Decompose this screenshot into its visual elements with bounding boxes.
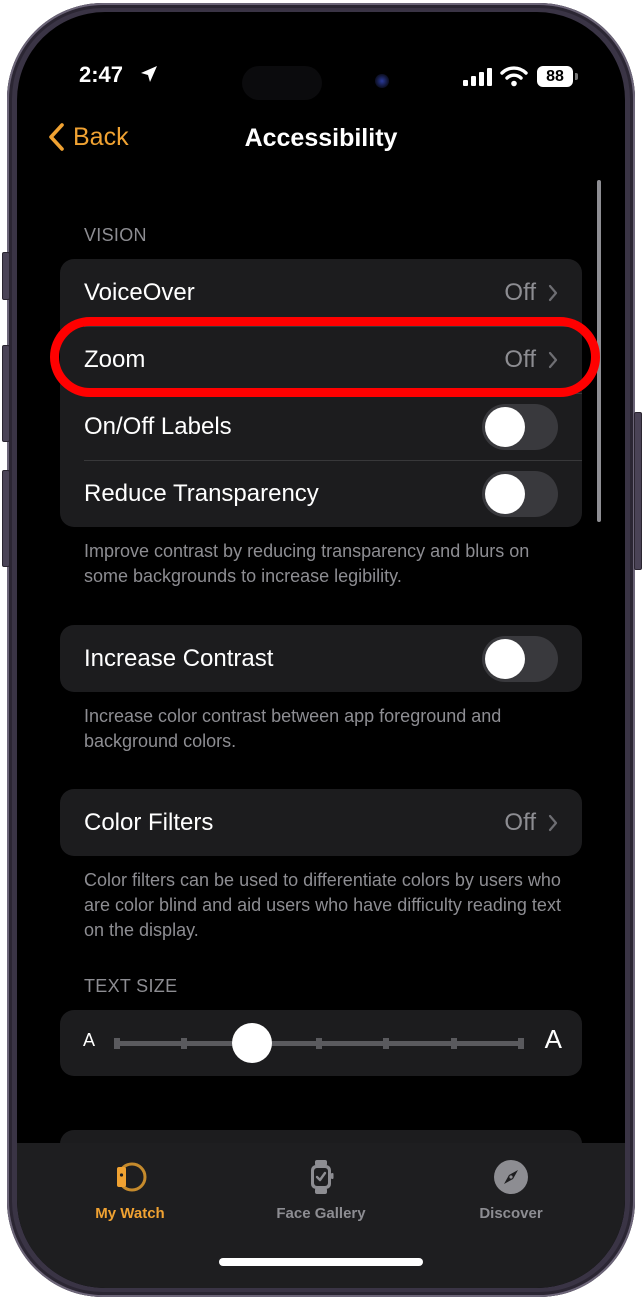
tab-my-watch[interactable]: My Watch: [55, 1157, 205, 1222]
tab-face-gallery[interactable]: Face Gallery: [246, 1157, 396, 1222]
row-voiceover[interactable]: VoiceOver Off: [60, 259, 582, 326]
increase-contrast-toggle[interactable]: [482, 635, 558, 682]
row-label: VoiceOver: [84, 278, 195, 306]
chevron-right-icon: [548, 284, 558, 301]
battery-indicator: 88: [537, 66, 573, 87]
section-header-vision: VISION: [84, 225, 147, 245]
wifi-icon: [500, 66, 528, 87]
front-camera: [375, 74, 389, 88]
volume-down-button: [2, 470, 10, 567]
row-onoff-labels: On/Off Labels: [60, 393, 582, 460]
reduce-transparency-footer: Improve contrast by reducing transparenc…: [84, 541, 530, 586]
slider-tick: [518, 1038, 524, 1049]
text-size-slider[interactable]: [114, 1023, 524, 1063]
watch-band-icon: [117, 1162, 147, 1192]
row-label: Color Filters: [84, 808, 214, 836]
screen: 2:47 88 Accessibility Back VISION VoiceO…: [17, 12, 625, 1288]
slider-tick: [181, 1038, 188, 1049]
power-button: [634, 412, 642, 570]
row-label: Increase Contrast: [84, 644, 274, 672]
row-value: Off: [504, 345, 536, 373]
cellular-signal-icon: [463, 68, 492, 86]
section-header-text-size: TEXT SIZE: [84, 976, 178, 996]
volume-up-button: [2, 345, 10, 442]
text-size-card: A A: [60, 1010, 582, 1076]
chevron-right-icon: [548, 351, 558, 368]
battery-tip: [575, 73, 578, 80]
row-label: Reduce Transparency: [84, 479, 319, 507]
row-label: Zoom: [84, 345, 146, 373]
row-value: Off: [504, 808, 536, 836]
text-size-large-glyph: A: [544, 1024, 562, 1054]
slider-tick: [316, 1038, 322, 1049]
home-indicator[interactable]: [219, 1258, 423, 1266]
back-label: Back: [73, 122, 129, 151]
increase-contrast-footer: Increase color contrast between app fore…: [84, 706, 502, 751]
onoff-labels-toggle[interactable]: [482, 403, 558, 450]
slider-thumb[interactable]: [231, 1023, 272, 1063]
dynamic-island: [242, 66, 322, 100]
tab-bar: My Watch Face Gallery Discover: [17, 1143, 625, 1288]
compass-icon: [494, 1160, 528, 1194]
contrast-card: Increase Contrast: [60, 625, 582, 692]
status-time: 2:47: [79, 62, 124, 87]
row-increase-contrast: Increase Contrast: [60, 625, 582, 692]
text-size-small-glyph: A: [83, 1030, 96, 1050]
watch-face-icon: [311, 1160, 334, 1194]
tab-label: My Watch: [95, 1205, 165, 1222]
scrollbar[interactable]: [597, 180, 601, 522]
color-filters-card: Color Filters Off: [60, 789, 582, 856]
tab-label: Face Gallery: [276, 1205, 366, 1222]
row-label: On/Off Labels: [84, 412, 232, 440]
chevron-right-icon: [548, 814, 558, 831]
slider-tick: [383, 1038, 390, 1049]
row-reduce-transparency: Reduce Transparency: [60, 460, 582, 527]
back-button[interactable]: Back: [47, 122, 129, 152]
row-zoom[interactable]: Zoom Off: [60, 326, 582, 393]
action-button: [2, 252, 10, 300]
slider-tick: [114, 1038, 120, 1049]
location-arrow-icon: [141, 66, 157, 82]
vision-card: VoiceOver Off Zoom Off On/Off Labels Red…: [60, 259, 582, 527]
chevron-left-icon: [49, 123, 64, 151]
row-value: Off: [504, 278, 536, 306]
tab-discover[interactable]: Discover: [436, 1157, 586, 1222]
tab-label: Discover: [479, 1205, 543, 1222]
slider-tick: [450, 1038, 457, 1049]
row-color-filters[interactable]: Color Filters Off: [60, 789, 582, 856]
color-filters-footer: Color filters can be used to differentia…: [84, 870, 561, 940]
toggle-knob: [485, 406, 525, 447]
reduce-transparency-toggle[interactable]: [482, 470, 558, 517]
toggle-knob: [485, 473, 525, 514]
toggle-knob: [485, 638, 525, 679]
